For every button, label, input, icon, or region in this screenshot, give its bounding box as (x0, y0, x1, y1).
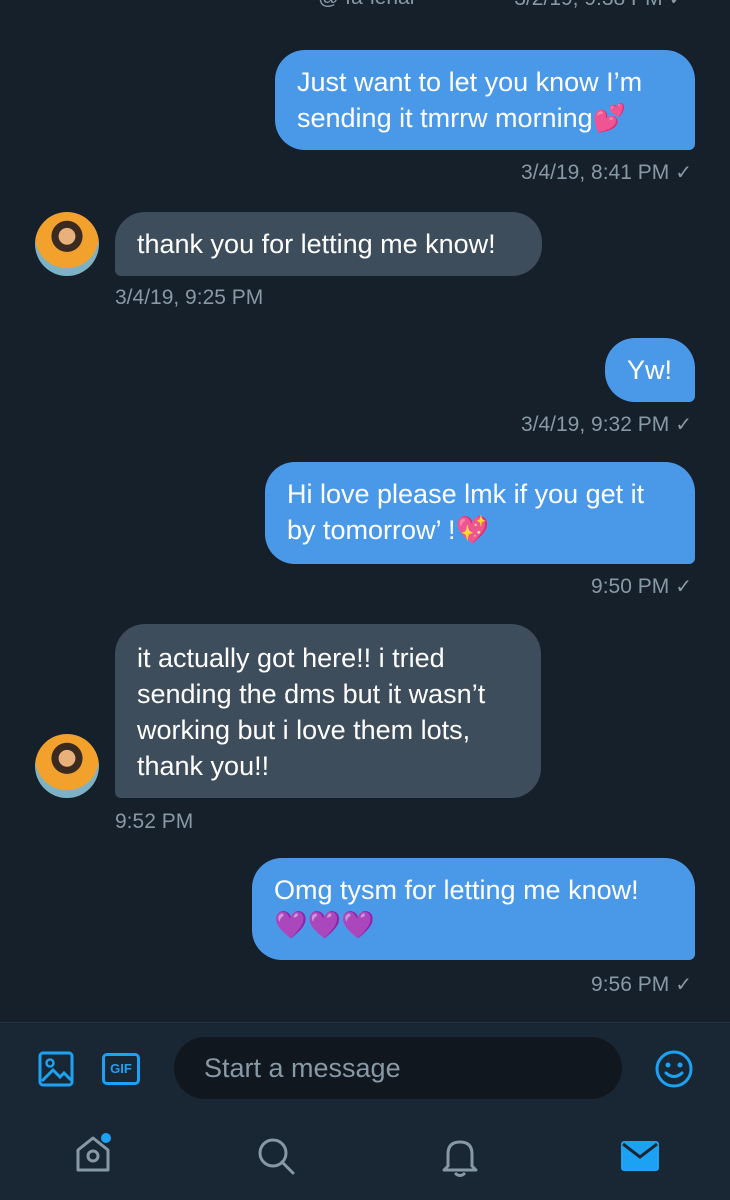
message-bubble-outgoing[interactable]: Omg tysm for letting me know! 💜💜💜 (252, 858, 695, 960)
message-text: Just want to let you know I’m sending it… (297, 67, 643, 133)
bottom-tab-bar (0, 1114, 730, 1200)
message-timestamp: 3/4/19, 8:41 PM ✓ (520, 161, 692, 184)
message-timestamp: 3/4/19, 9:32 PM ✓ (520, 413, 692, 436)
message-input[interactable]: Start a message (174, 1037, 622, 1099)
previous-timestamp: 3/2/19, 9:38 PM ✓ (514, 0, 686, 11)
previous-message-cutoff: @ fa•ienal 3/2/19, 9:38 PM ✓ (0, 0, 730, 26)
read-check-icon: ✓ (675, 414, 692, 436)
message-timestamp: 9:56 PM ✓ (591, 973, 692, 996)
gif-icon[interactable]: GIF (102, 1053, 140, 1085)
message-bubble-outgoing[interactable]: Hi love please lmk if you get it by tomo… (265, 462, 695, 564)
message-text: Yw! (627, 355, 673, 385)
message-timestamp: 9:50 PM ✓ (591, 575, 692, 598)
avatar[interactable] (35, 734, 99, 798)
message-timestamp: 9:52 PM (115, 810, 194, 833)
message-timestamp: 3/4/19, 9:25 PM (115, 286, 264, 309)
purple-hearts-emoji: 💜💜💜 (274, 910, 375, 941)
notifications-icon[interactable] (440, 1136, 480, 1183)
partner-handle: @ fa•ienal (318, 0, 414, 10)
message-bubble-outgoing[interactable]: Just want to let you know I’m sending it… (275, 50, 695, 150)
home-icon[interactable] (72, 1132, 114, 1181)
two-hearts-emoji: 💕 (592, 103, 627, 134)
message-text: it actually got here!! i tried sending t… (137, 643, 486, 781)
image-icon[interactable] (38, 1051, 74, 1092)
sparkling-heart-emoji: 💖 (455, 515, 490, 546)
message-bubble-incoming[interactable]: it actually got here!! i tried sending t… (115, 624, 541, 798)
search-icon[interactable] (256, 1136, 296, 1181)
read-check-icon: ✓ (675, 162, 692, 184)
emoji-icon[interactable] (654, 1049, 694, 1094)
avatar[interactable] (35, 212, 99, 276)
messages-icon[interactable] (620, 1140, 660, 1177)
read-check-icon: ✓ (675, 576, 692, 598)
message-text: thank you for letting me know! (137, 229, 496, 259)
read-check-icon: ✓ (675, 974, 692, 996)
message-bubble-incoming[interactable]: thank you for letting me know! (115, 212, 542, 276)
conversation-thread[interactable]: @ fa•ienal 3/2/19, 9:38 PM ✓ Just want t… (0, 0, 730, 1022)
message-composer: GIF Start a message (0, 1022, 730, 1115)
message-bubble-outgoing[interactable]: Yw! (605, 338, 695, 402)
message-text: Omg tysm for letting me know! (274, 875, 639, 905)
